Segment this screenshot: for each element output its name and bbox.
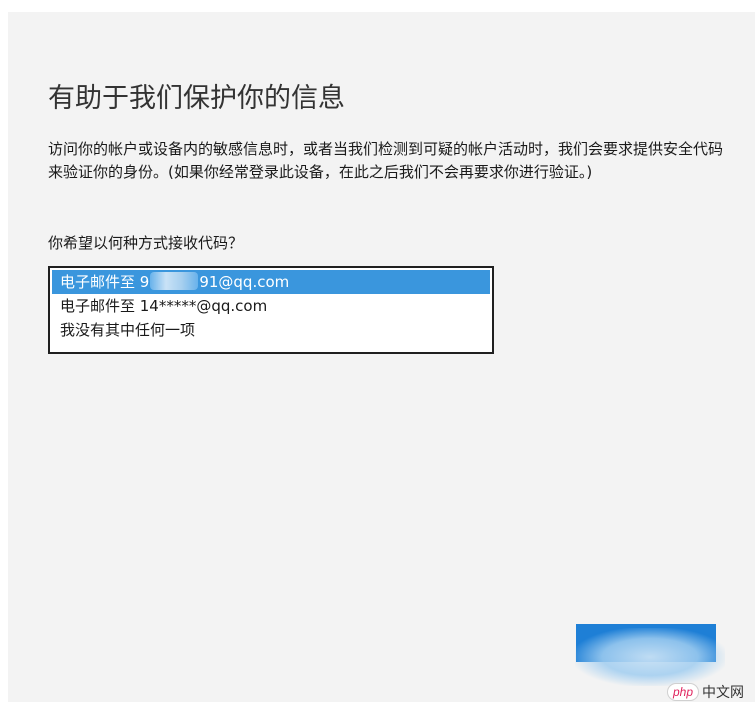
redaction-mask <box>150 272 199 290</box>
site-watermark: php 中文网 <box>667 683 744 701</box>
option-none[interactable]: 我没有其中任何一项 <box>52 318 490 342</box>
page-title: 有助于我们保护你的信息 <box>48 83 345 114</box>
code-method-listbox[interactable]: 电子邮件至 9 91@qq.com 电子邮件至 14*****@qq.com 我没… <box>48 266 494 354</box>
dialog-panel: 有助于我们保护你的信息 访问你的帐户或设备内的敏感信息时，或者当我们检测到可疑的… <box>8 12 755 702</box>
question-label: 你希望以何种方式接收代码？ <box>48 234 244 252</box>
next-button[interactable] <box>576 624 716 662</box>
description-text: 访问你的帐户或设备内的敏感信息时，或者当我们检测到可疑的帐户活动时，我们会要求提… <box>48 140 724 181</box>
php-logo-icon: php <box>667 683 700 701</box>
watermark-text: 中文网 <box>702 685 745 701</box>
option-email-1-suffix: 91@qq.com <box>199 273 290 291</box>
option-email-2[interactable]: 电子邮件至 14*****@qq.com <box>52 294 490 318</box>
option-email-1-prefix: 电子邮件至 9 <box>60 273 150 291</box>
option-email-1[interactable]: 电子邮件至 9 91@qq.com <box>52 270 490 294</box>
